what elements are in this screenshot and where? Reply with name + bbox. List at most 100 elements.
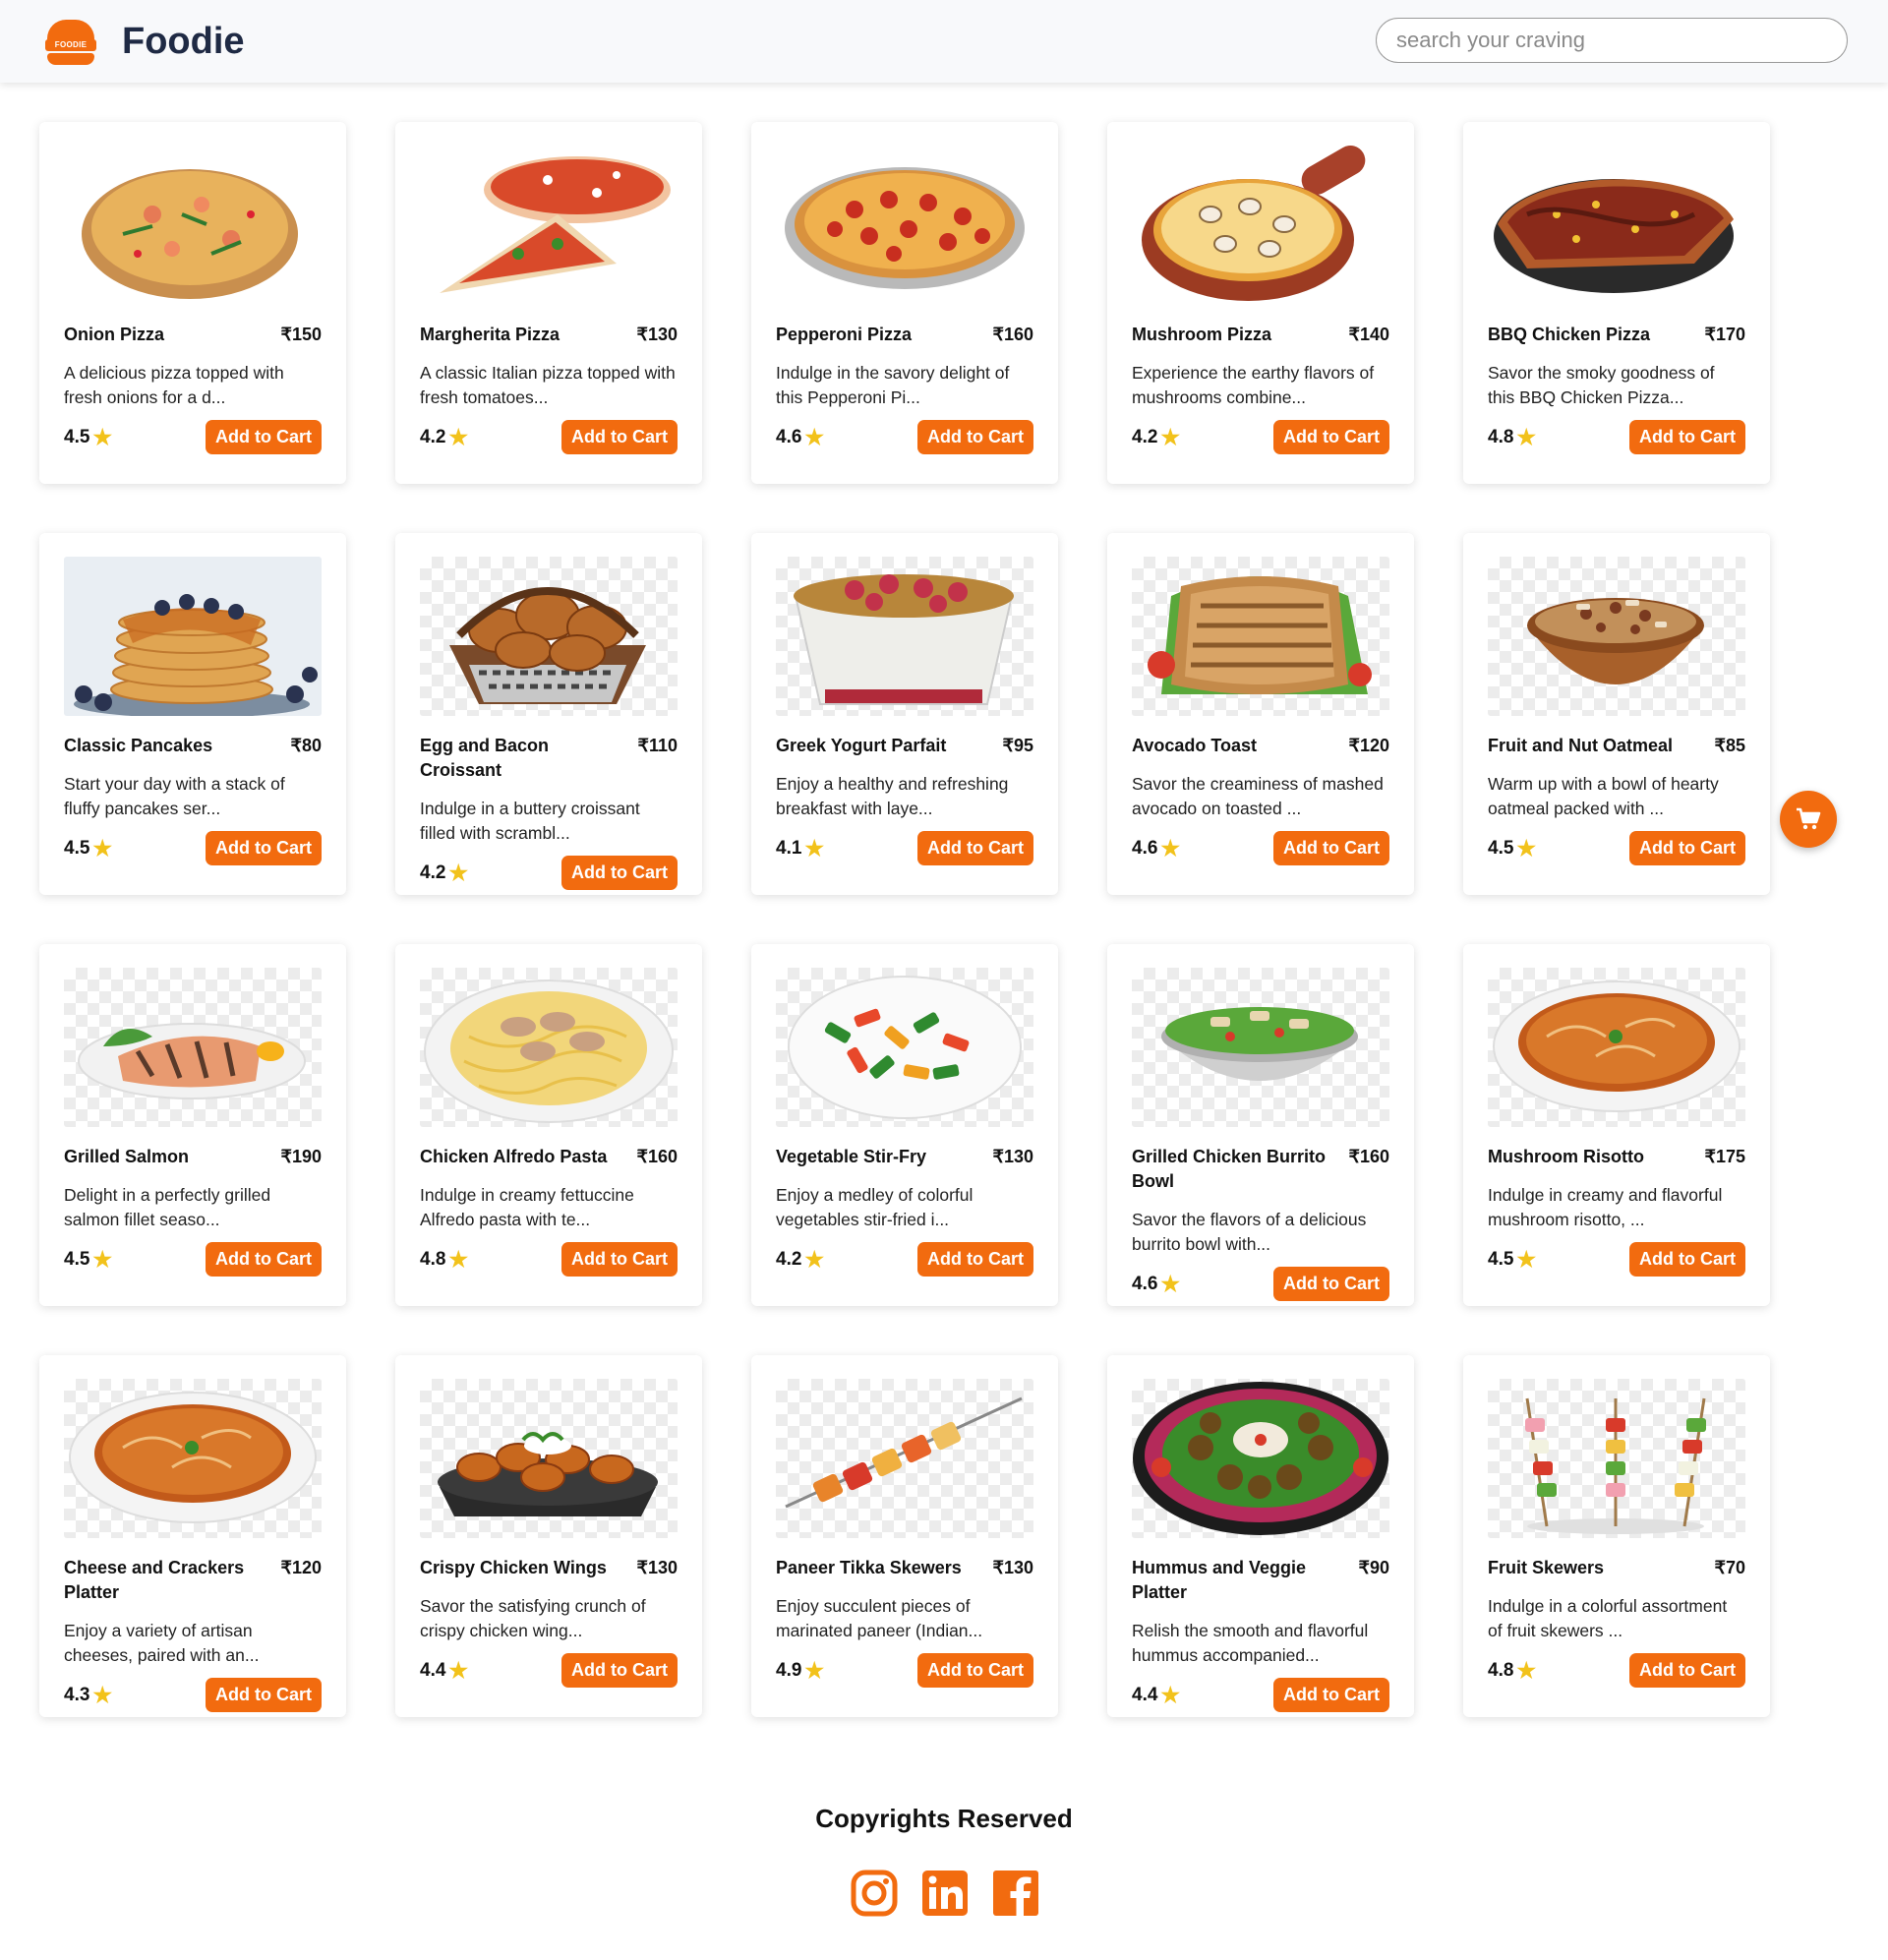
add-to-cart-button[interactable]: Add to Cart bbox=[206, 831, 322, 865]
food-price: ₹90 bbox=[1358, 1558, 1389, 1577]
food-description: Savor the satisfying crunch of crispy ch… bbox=[420, 1596, 646, 1640]
food-description: Indulge in a colorful assortment of frui… bbox=[1488, 1596, 1728, 1640]
fruit-skewers-image bbox=[1488, 1379, 1745, 1538]
star-icon: ★ bbox=[804, 835, 825, 861]
food-price: ₹95 bbox=[1002, 736, 1033, 755]
footer-copyright: Copyrights Reserved bbox=[815, 1804, 1073, 1833]
add-to-cart-button[interactable]: Add to Cart bbox=[917, 420, 1033, 454]
food-description: Warm up with a bowl of hearty oatmeal pa… bbox=[1488, 774, 1719, 818]
pancakes-image bbox=[64, 557, 322, 716]
rating-value: 4.8 bbox=[1488, 426, 1514, 447]
add-to-cart-button[interactable]: Add to Cart bbox=[561, 1653, 678, 1688]
food-card: Egg and Bacon Croissant ₹110 Indulge in a … bbox=[395, 533, 702, 895]
food-card: Mushroom Risotto ₹175 Indulge in creamy an… bbox=[1463, 944, 1770, 1306]
home-logo-link[interactable]: FOODIE Foodie bbox=[45, 16, 245, 67]
food-name: Classic Pancakes bbox=[64, 736, 213, 755]
food-card: Margherita Pizza ₹130 A classic Italian pi… bbox=[395, 122, 702, 484]
food-name: Cheese and Crackers Platter bbox=[64, 1558, 245, 1602]
food-name: Paneer Tikka Skewers bbox=[776, 1558, 962, 1577]
add-to-cart-button[interactable]: Add to Cart bbox=[917, 1653, 1033, 1688]
star-icon: ★ bbox=[1160, 835, 1181, 861]
food-rating: 4.6 ★ bbox=[1132, 835, 1181, 861]
add-to-cart-button[interactable]: Add to Cart bbox=[1273, 831, 1389, 865]
food-description: Enjoy a medley of colorful vegetables st… bbox=[776, 1185, 974, 1229]
food-description: Enjoy succulent pieces of marinated pane… bbox=[776, 1596, 983, 1640]
food-price: ₹170 bbox=[1704, 325, 1745, 344]
food-description: Savor the smoky goodness of this BBQ Chi… bbox=[1488, 363, 1715, 407]
add-to-cart-button[interactable]: Add to Cart bbox=[561, 420, 678, 454]
food-description: Delight in a perfectly grilled salmon fi… bbox=[64, 1185, 271, 1229]
add-to-cart-button[interactable]: Add to Cart bbox=[1629, 1242, 1745, 1277]
food-name: Grilled Chicken Burrito Bowl bbox=[1132, 1147, 1327, 1191]
star-icon: ★ bbox=[92, 835, 113, 861]
food-description: Relish the smooth and flavorful hummus a… bbox=[1132, 1621, 1369, 1665]
instagram-icon[interactable] bbox=[850, 1869, 899, 1918]
food-rating: 4.8 ★ bbox=[420, 1248, 468, 1271]
star-icon: ★ bbox=[804, 424, 825, 449]
food-name: Crispy Chicken Wings bbox=[420, 1558, 607, 1577]
food-description: Savor the flavors of a delicious burrito… bbox=[1132, 1210, 1367, 1254]
add-to-cart-button[interactable]: Add to Cart bbox=[206, 420, 322, 454]
pizza-mushroom-image bbox=[1132, 146, 1389, 305]
add-to-cart-button[interactable]: Add to Cart bbox=[1273, 1267, 1389, 1301]
search-input[interactable] bbox=[1376, 18, 1848, 63]
star-icon: ★ bbox=[1516, 1657, 1537, 1683]
tikka-skewer-image bbox=[776, 1379, 1033, 1538]
star-icon: ★ bbox=[804, 1246, 825, 1272]
food-rating: 4.5 ★ bbox=[1488, 835, 1537, 861]
food-rating: 4.2 ★ bbox=[420, 860, 469, 885]
rating-value: 4.6 bbox=[1132, 1273, 1158, 1294]
star-icon: ★ bbox=[448, 860, 469, 885]
add-to-cart-button[interactable]: Add to Cart bbox=[1629, 831, 1745, 865]
add-to-cart-button[interactable]: Add to Cart bbox=[1629, 420, 1745, 454]
add-to-cart-button[interactable]: Add to Cart bbox=[1273, 1678, 1389, 1712]
cart-icon bbox=[1797, 807, 1821, 830]
rating-value: 4.8 bbox=[420, 1248, 446, 1270]
add-to-cart-button[interactable]: Add to Cart bbox=[206, 1242, 322, 1277]
add-to-cart-button[interactable]: Add to Cart bbox=[561, 856, 678, 890]
food-card: Grilled Salmon ₹190 Delight in a perfectly… bbox=[39, 944, 346, 1306]
floating-cart-button[interactable] bbox=[1780, 791, 1837, 848]
food-rating: 4.5 ★ bbox=[64, 835, 113, 861]
brand-title: Foodie bbox=[122, 20, 245, 62]
add-to-cart-button[interactable]: Add to Cart bbox=[917, 831, 1033, 865]
food-name: Pepperoni Pizza bbox=[776, 325, 913, 344]
food-card: BBQ Chicken Pizza ₹170 Savor the smoky goo… bbox=[1463, 122, 1770, 484]
rating-value: 4.1 bbox=[776, 837, 802, 859]
food-price: ₹140 bbox=[1348, 325, 1389, 344]
food-price: ₹130 bbox=[992, 1147, 1033, 1166]
rating-value: 4.4 bbox=[420, 1659, 446, 1681]
food-description: Enjoy a variety of artisan cheeses, pair… bbox=[64, 1621, 260, 1665]
add-to-cart-button[interactable]: Add to Cart bbox=[206, 1678, 322, 1712]
rating-value: 4.2 bbox=[776, 1248, 802, 1270]
food-card: Grilled Chicken Burrito Bowl ₹160 Savor th… bbox=[1107, 944, 1414, 1306]
food-rating: 4.3 ★ bbox=[64, 1684, 112, 1706]
food-price: ₹160 bbox=[636, 1147, 678, 1166]
add-to-cart-button[interactable]: Add to Cart bbox=[1629, 1653, 1745, 1688]
food-price: ₹130 bbox=[636, 1558, 678, 1577]
star-icon: ★ bbox=[448, 1657, 469, 1683]
food-name: Egg and Bacon Croissant bbox=[420, 736, 550, 780]
add-to-cart-button[interactable]: Add to Cart bbox=[561, 1242, 678, 1277]
food-price: ₹160 bbox=[1348, 1147, 1389, 1166]
food-name: Chicken Alfredo Pasta bbox=[420, 1147, 608, 1166]
add-to-cart-button[interactable]: Add to Cart bbox=[917, 1242, 1033, 1277]
star-icon: ★ bbox=[1516, 835, 1537, 861]
star-icon: ★ bbox=[448, 424, 469, 449]
food-rating: 4.2 ★ bbox=[420, 424, 469, 449]
food-rating: 4.4 ★ bbox=[420, 1657, 469, 1683]
star-icon: ★ bbox=[92, 424, 113, 449]
food-description: A classic Italian pizza topped with fres… bbox=[420, 363, 676, 407]
add-to-cart-button[interactable]: Add to Cart bbox=[1273, 420, 1389, 454]
rating-value: 4.5 bbox=[64, 1248, 90, 1270]
food-rating: 4.1 ★ bbox=[776, 835, 825, 861]
food-card: Crispy Chicken Wings ₹130 Savor the satisf… bbox=[395, 1355, 702, 1717]
pizza-pepperoni-image bbox=[776, 146, 1033, 305]
food-card: Fruit Skewers ₹70 Indulge in a colorful as… bbox=[1463, 1355, 1770, 1717]
linkedin-icon[interactable] bbox=[920, 1869, 970, 1918]
top-navbar: FOODIE Foodie bbox=[0, 0, 1888, 83]
food-card: Onion Pizza ₹150 A delicious pizza topped … bbox=[39, 122, 346, 484]
salmon-plate-image bbox=[64, 968, 322, 1127]
rating-value: 4.4 bbox=[1132, 1684, 1158, 1705]
facebook-icon[interactable] bbox=[991, 1869, 1040, 1918]
